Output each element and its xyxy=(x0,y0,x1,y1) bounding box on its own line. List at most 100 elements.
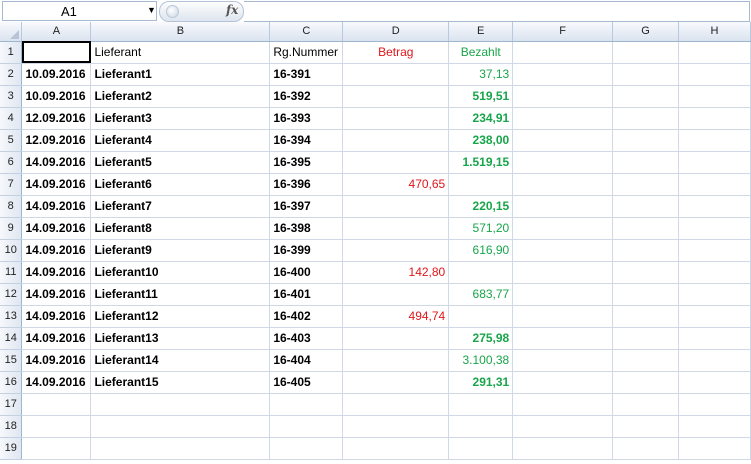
cell-date[interactable]: 14.09.2016 xyxy=(21,217,92,240)
header-betrag[interactable]: Betrag xyxy=(342,41,450,64)
cell-empty[interactable] xyxy=(512,217,614,240)
cell-amount[interactable]: 470,65 xyxy=(342,173,450,196)
cell-empty[interactable] xyxy=(512,261,614,284)
cell-empty[interactable] xyxy=(342,393,450,416)
cell-empty[interactable] xyxy=(612,195,680,218)
row-header[interactable]: 16 xyxy=(0,371,23,394)
cell-supplier[interactable]: Lieferant13 xyxy=(90,327,271,350)
cell-supplier[interactable]: Lieferant3 xyxy=(90,107,271,130)
column-header-c[interactable]: C xyxy=(269,22,344,42)
cell-amount[interactable]: 142,80 xyxy=(342,261,450,284)
cell-empty[interactable] xyxy=(678,283,751,306)
column-header-b[interactable]: B xyxy=(90,22,271,42)
column-header-g[interactable]: G xyxy=(612,22,680,42)
cell-date[interactable]: 14.09.2016 xyxy=(21,195,92,218)
cell-date[interactable]: 10.09.2016 xyxy=(21,63,92,86)
cell-a1[interactable] xyxy=(21,41,92,64)
cell-supplier[interactable]: Lieferant9 xyxy=(90,239,271,262)
row-header[interactable]: 7 xyxy=(0,173,23,196)
cell-empty[interactable] xyxy=(612,41,680,64)
cell-empty[interactable] xyxy=(678,371,751,394)
cell-empty[interactable] xyxy=(678,151,751,174)
cell-empty[interactable] xyxy=(512,283,614,306)
cell-empty[interactable] xyxy=(678,305,751,328)
expand-handle-icon[interactable] xyxy=(166,5,179,18)
cell-empty[interactable] xyxy=(612,173,680,196)
cell-empty[interactable] xyxy=(678,41,751,64)
cell-empty[interactable] xyxy=(21,437,92,460)
row-header[interactable]: 8 xyxy=(0,195,23,218)
cell-date[interactable]: 10.09.2016 xyxy=(21,85,92,108)
cell-date[interactable]: 12.09.2016 xyxy=(21,129,92,152)
cell-empty[interactable] xyxy=(612,305,680,328)
cell-empty[interactable] xyxy=(612,393,680,416)
cell-amount[interactable]: 494,74 xyxy=(342,305,450,328)
cell-amount[interactable] xyxy=(342,151,450,174)
row-header[interactable]: 15 xyxy=(0,349,23,372)
cell-invoice[interactable]: 16-402 xyxy=(269,305,344,328)
row-header[interactable]: 12 xyxy=(0,283,23,306)
cell-date[interactable]: 14.09.2016 xyxy=(21,371,92,394)
row-header[interactable]: 14 xyxy=(0,327,23,350)
cell-empty[interactable] xyxy=(612,415,680,438)
header-lieferant[interactable]: Lieferant xyxy=(90,41,271,64)
cell-empty[interactable] xyxy=(512,173,614,196)
row-header[interactable]: 1 xyxy=(0,41,23,64)
cell-empty[interactable] xyxy=(269,437,344,460)
cell-empty[interactable] xyxy=(269,393,344,416)
cell-empty[interactable] xyxy=(21,393,92,416)
cell-empty[interactable] xyxy=(612,239,680,262)
cell-empty[interactable] xyxy=(342,415,450,438)
row-header[interactable]: 17 xyxy=(0,393,23,416)
cell-invoice[interactable]: 16-396 xyxy=(269,173,344,196)
cell-empty[interactable] xyxy=(678,437,751,460)
cell-amount[interactable] xyxy=(342,239,450,262)
cell-supplier[interactable]: Lieferant15 xyxy=(90,371,271,394)
cell-invoice[interactable]: 16-398 xyxy=(269,217,344,240)
cell-supplier[interactable]: Lieferant6 xyxy=(90,173,271,196)
cell-date[interactable]: 14.09.2016 xyxy=(21,349,92,372)
row-header[interactable]: 13 xyxy=(0,305,23,328)
row-header[interactable]: 18 xyxy=(0,415,23,438)
cell-date[interactable]: 14.09.2016 xyxy=(21,261,92,284)
cell-amount[interactable] xyxy=(342,129,450,152)
cell-paid[interactable]: 238,00 xyxy=(448,129,514,152)
cell-supplier[interactable]: Lieferant11 xyxy=(90,283,271,306)
cell-empty[interactable] xyxy=(512,349,614,372)
cell-empty[interactable] xyxy=(448,393,514,416)
cell-amount[interactable] xyxy=(342,195,450,218)
cell-paid[interactable]: 37,13 xyxy=(448,63,514,86)
cell-paid[interactable] xyxy=(448,305,514,328)
cell-paid[interactable]: 519,51 xyxy=(448,85,514,108)
cell-empty[interactable] xyxy=(512,85,614,108)
cell-invoice[interactable]: 16-392 xyxy=(269,85,344,108)
cell-paid[interactable]: 571,20 xyxy=(448,217,514,240)
cell-amount[interactable] xyxy=(342,107,450,130)
cell-empty[interactable] xyxy=(612,107,680,130)
cell-invoice[interactable]: 16-394 xyxy=(269,129,344,152)
name-box[interactable]: A1 ▼ xyxy=(2,1,157,21)
cell-date[interactable]: 14.09.2016 xyxy=(21,151,92,174)
cell-amount[interactable] xyxy=(342,371,450,394)
cell-supplier[interactable]: Lieferant8 xyxy=(90,217,271,240)
column-header-d[interactable]: D xyxy=(342,22,450,42)
cell-empty[interactable] xyxy=(512,327,614,350)
cell-empty[interactable] xyxy=(512,393,614,416)
row-header[interactable]: 3 xyxy=(0,85,23,108)
cell-amount[interactable] xyxy=(342,85,450,108)
cell-supplier[interactable]: Lieferant12 xyxy=(90,305,271,328)
cell-empty[interactable] xyxy=(678,349,751,372)
cell-date[interactable]: 14.09.2016 xyxy=(21,327,92,350)
cell-amount[interactable] xyxy=(342,327,450,350)
cell-paid[interactable]: 291,31 xyxy=(448,371,514,394)
row-header[interactable]: 11 xyxy=(0,261,23,284)
cell-date[interactable]: 14.09.2016 xyxy=(21,173,92,196)
column-header-f[interactable]: F xyxy=(512,22,614,42)
cell-empty[interactable] xyxy=(512,305,614,328)
select-all-corner[interactable] xyxy=(0,22,23,42)
cell-empty[interactable] xyxy=(612,129,680,152)
cell-invoice[interactable]: 16-397 xyxy=(269,195,344,218)
cell-empty[interactable] xyxy=(678,129,751,152)
formula-input[interactable] xyxy=(244,1,750,22)
cell-empty[interactable] xyxy=(612,349,680,372)
